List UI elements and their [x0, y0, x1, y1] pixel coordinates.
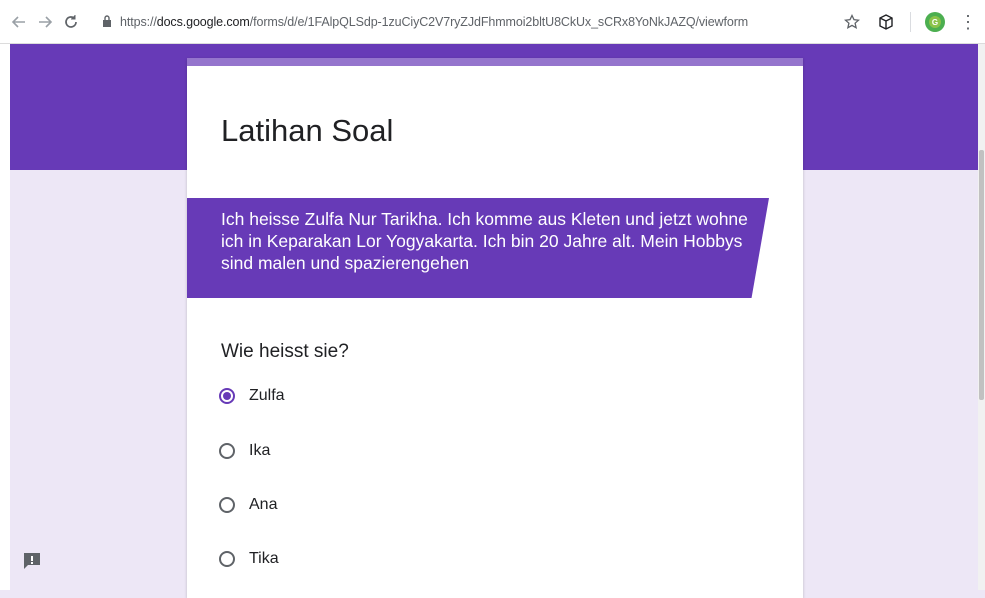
url-host: docs.google.com	[156, 14, 250, 29]
url-scheme: https://	[120, 14, 157, 29]
profile-initial: G	[929, 16, 941, 28]
option-zulfa[interactable]: Zulfa	[219, 387, 285, 405]
form-title: Latihan Soal	[221, 113, 394, 148]
feedback-icon[interactable]	[22, 552, 42, 570]
option-label: Zulfa	[249, 387, 285, 404]
question-title: Wie heisst sie?	[221, 341, 349, 362]
form-card: Latihan Soal Ich heisse Zulfa Nur Tarikh…	[187, 58, 803, 598]
radio-unchecked-icon[interactable]	[219, 443, 235, 459]
back-arrow-icon[interactable]	[6, 7, 32, 37]
forward-arrow-icon[interactable]	[32, 7, 58, 37]
scrollbar-thumb[interactable]	[979, 150, 984, 400]
star-icon[interactable]	[842, 12, 862, 32]
option-ika[interactable]: Ika	[219, 442, 270, 460]
form-description: Ich heisse Zulfa Nur Tarikha. Ich komme …	[221, 209, 748, 273]
option-label: Tika	[249, 550, 279, 567]
reload-icon[interactable]	[58, 7, 84, 37]
profile-avatar-icon[interactable]: G	[925, 12, 945, 32]
toolbar-divider	[910, 12, 911, 32]
radio-unchecked-icon[interactable]	[219, 497, 235, 513]
card-accent-bar	[187, 58, 803, 66]
lock-icon	[100, 14, 114, 30]
extension-cube-icon[interactable]	[876, 12, 896, 32]
browser-toolbar: https://docs.google.com/forms/d/e/1FAlpQ…	[0, 0, 985, 44]
radio-checked-icon[interactable]	[219, 388, 235, 404]
page-left-edge	[0, 44, 10, 590]
option-ana[interactable]: Ana	[219, 496, 277, 514]
option-label: Ika	[249, 442, 271, 459]
address-bar[interactable]: https://docs.google.com/forms/d/e/1FAlpQ…	[120, 15, 810, 29]
radio-unchecked-icon[interactable]	[219, 551, 235, 567]
option-label: Ana	[249, 496, 278, 513]
option-tika[interactable]: Tika	[219, 550, 279, 568]
url-path: /forms/d/e/1FAlpQLSdp-1zuCiyC2V7ryZJdFhm…	[249, 14, 749, 29]
menu-kebab-icon[interactable]: ⋮	[959, 13, 977, 31]
